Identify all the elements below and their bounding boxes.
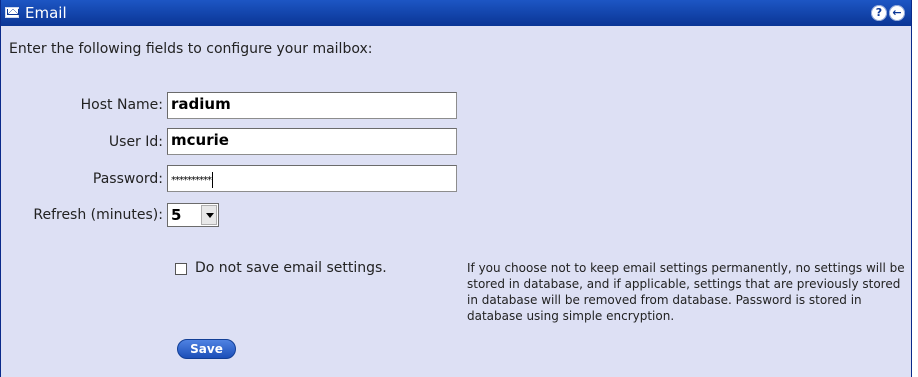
back-icon[interactable]: ← [889, 5, 905, 21]
user-id-label: User Id: [108, 134, 163, 150]
intro-text: Enter the following fields to configure … [9, 41, 373, 57]
email-settings-window: Email ? ← Enter the following fields to … [0, 0, 912, 377]
save-button[interactable]: Save [177, 339, 236, 359]
window-title: Email [25, 4, 67, 22]
refresh-value: 5 [171, 206, 182, 224]
refresh-label: Refresh (minutes): [33, 207, 163, 223]
password-input[interactable]: ********** [167, 165, 457, 192]
host-name-label: Host Name: [80, 97, 163, 113]
chevron-down-icon[interactable] [201, 205, 217, 225]
envelope-icon [5, 7, 19, 18]
host-name-input[interactable]: radium [167, 92, 457, 119]
settings-note: If you choose not to keep email settings… [467, 261, 905, 323]
do-not-save-checkbox[interactable] [175, 263, 187, 275]
help-icon[interactable]: ? [871, 5, 887, 21]
password-value: ********** [171, 175, 212, 186]
user-id-input[interactable]: mcurie [167, 128, 457, 155]
do-not-save-label[interactable]: Do not save email settings. [195, 260, 387, 276]
refresh-select[interactable]: 5 [167, 203, 219, 227]
title-bar: Email ? ← [1, 0, 911, 26]
password-label: Password: [92, 171, 163, 187]
text-caret [212, 172, 213, 188]
